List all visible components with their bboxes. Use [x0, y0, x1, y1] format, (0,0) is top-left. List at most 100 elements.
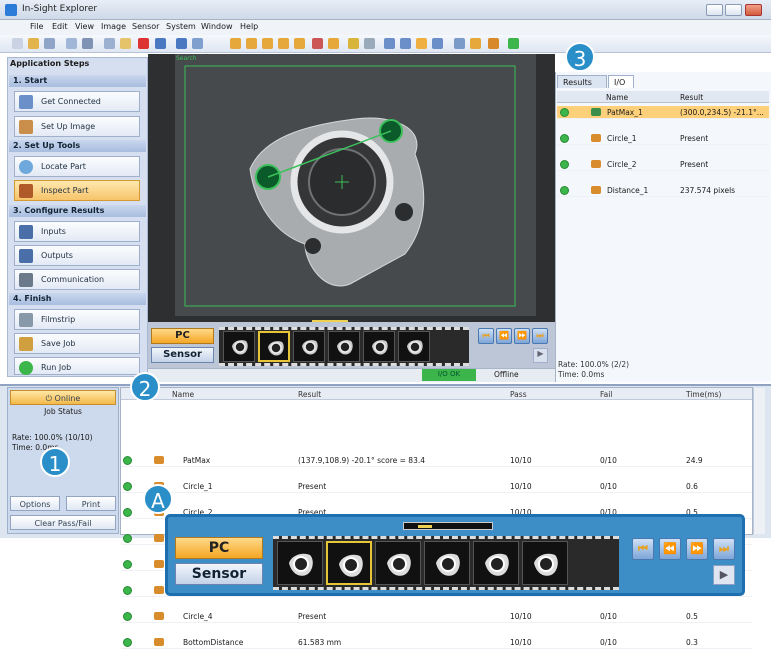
last-frame-button[interactable]: ⏭ — [532, 328, 548, 344]
palette-row[interactable]: PatMax (137.9,108.9) -20.1° score = 83.4 1… — [121, 454, 752, 467]
toolbar-button-14[interactable] — [262, 38, 273, 49]
play-button[interactable]: ▶ — [533, 348, 548, 363]
toolbar-button-4[interactable] — [66, 38, 77, 49]
enlarged-scroll-track[interactable] — [403, 522, 493, 530]
filmstrip-frame-large[interactable] — [326, 541, 372, 585]
toolbar-button-21[interactable] — [384, 38, 395, 49]
online-button[interactable]: ⏻ Online — [10, 390, 116, 405]
toolbar-button-23[interactable] — [416, 38, 427, 49]
filmstrip-frame[interactable] — [293, 331, 325, 362]
filmstrip-frame-large[interactable] — [375, 541, 421, 585]
palette-row[interactable]: Circle_1 Present 10/10 0/10 0.6 — [121, 480, 752, 493]
toolbar-button-2[interactable] — [28, 38, 39, 49]
hole-right — [395, 203, 413, 221]
menu-edit[interactable]: Edit — [52, 22, 68, 31]
toolbar-button-15[interactable] — [278, 38, 289, 49]
step-filmstrip[interactable]: Filmstrip — [14, 309, 140, 330]
toolbar-button-19[interactable] — [348, 38, 359, 49]
menu-view[interactable]: View — [75, 22, 94, 31]
menu-file[interactable]: File — [30, 22, 43, 31]
toolbar-button-3[interactable] — [44, 38, 55, 49]
step-communication[interactable]: Communication — [14, 269, 140, 290]
palette-scrollbar[interactable] — [753, 388, 765, 534]
palette-time: 24.9 — [686, 456, 703, 465]
menu-help[interactable]: Help — [240, 22, 258, 31]
toolbar-button-6[interactable] — [104, 38, 115, 49]
toolbar-button-17[interactable] — [312, 38, 323, 49]
menu-system[interactable]: System — [166, 22, 196, 31]
pass-icon — [560, 108, 569, 117]
step-run-job[interactable]: Run Job — [14, 357, 140, 375]
toolbar-button-20[interactable] — [364, 38, 375, 49]
last-frame-button-large[interactable]: ⏭ — [713, 538, 735, 560]
filmstrip-frame[interactable] — [223, 331, 255, 362]
toolbar-button-1[interactable] — [12, 38, 23, 49]
tab-io[interactable]: I/O — [608, 75, 634, 88]
maximize-button[interactable] — [725, 4, 742, 16]
step-get-connected[interactable]: Get Connected — [14, 91, 140, 112]
toolbar-button-18[interactable] — [328, 38, 339, 49]
inspection-image[interactable] — [175, 54, 536, 316]
toolbar-button-26[interactable] — [470, 38, 481, 49]
step-outputs[interactable]: Outputs — [14, 245, 140, 266]
filmstrip-frame[interactable] — [328, 331, 360, 362]
prev-frame-button[interactable]: ⏪ — [496, 328, 512, 344]
first-frame-button-large[interactable]: ⏮ — [632, 538, 654, 560]
menu-window[interactable]: Window — [201, 22, 233, 31]
next-frame-button-large[interactable]: ⏩ — [686, 538, 708, 560]
sensor-button[interactable]: Sensor — [151, 347, 214, 363]
results-row[interactable]: Circle_1 Present — [557, 132, 769, 145]
toolbar-button-25[interactable] — [454, 38, 465, 49]
filmstrip-frame-large[interactable] — [473, 541, 519, 585]
palette-row[interactable]: BottomDistance 61.583 mm 10/10 0/10 0.3 — [121, 636, 752, 649]
filmstrip-frame[interactable] — [398, 331, 430, 362]
sensor-button-large[interactable]: Sensor — [175, 563, 263, 585]
menu-image[interactable]: Image — [101, 22, 126, 31]
toolbar-button-8[interactable] — [138, 38, 149, 49]
step-inspect-part[interactable]: Inspect Part — [14, 180, 140, 201]
result-value: Present — [680, 160, 709, 169]
filmstrip-frame-large[interactable] — [424, 541, 470, 585]
tab-results[interactable]: Results — [557, 75, 607, 88]
toolbar-button-27[interactable] — [488, 38, 499, 49]
minimize-button[interactable] — [706, 4, 723, 16]
step-inputs[interactable]: Inputs — [14, 221, 140, 242]
toolbar-button-22[interactable] — [400, 38, 411, 49]
toolbar-button-10[interactable] — [176, 38, 187, 49]
filmstrip-frame-large[interactable] — [277, 541, 323, 585]
toolbar-button-16[interactable] — [294, 38, 305, 49]
first-frame-button[interactable]: ⏮ — [478, 328, 494, 344]
toolbar-button-12[interactable] — [230, 38, 241, 49]
menu-sensor[interactable]: Sensor — [132, 22, 159, 31]
toolbar-button-7[interactable] — [120, 38, 131, 49]
results-row[interactable]: PatMax_1 (300.0,234.5) -21.1°... — [557, 106, 769, 119]
play-button-large[interactable]: ▶ — [713, 565, 735, 585]
filmstrip-frame[interactable] — [258, 331, 290, 362]
palette-result: (137.9,108.9) -20.1° score = 83.4 — [298, 456, 426, 465]
filmstrip-frame-large[interactable] — [522, 541, 568, 585]
step-save-job[interactable]: Save Job — [14, 333, 140, 354]
next-frame-button[interactable]: ⏩ — [514, 328, 530, 344]
results-col-name: Name — [606, 93, 629, 102]
toolbar-button-5[interactable] — [82, 38, 93, 49]
toolbar-button-9[interactable] — [155, 38, 166, 49]
filmstrip-frame[interactable] — [363, 331, 395, 362]
toolbar-button-24[interactable] — [432, 38, 443, 49]
step-locate-part[interactable]: Locate Part — [14, 156, 140, 177]
pass-icon — [123, 508, 132, 517]
prev-frame-button-large[interactable]: ⏪ — [659, 538, 681, 560]
results-row[interactable]: Distance_1 237.574 pixels — [557, 184, 769, 197]
step-set-up-image[interactable]: Set Up Image — [14, 116, 140, 137]
toolbar-button-11[interactable] — [192, 38, 203, 49]
print-button[interactable]: Print — [66, 496, 116, 511]
clear-pass-fail-button[interactable]: Clear Pass/Fail — [10, 515, 116, 530]
toolbar-button-28[interactable] — [508, 38, 519, 49]
toolbar-button-13[interactable] — [246, 38, 257, 49]
palette-row[interactable]: Circle_4 Present 10/10 0/10 0.5 — [121, 610, 752, 623]
pc-button[interactable]: PC — [151, 328, 214, 344]
distance-icon — [591, 186, 601, 194]
pc-button-large[interactable]: PC — [175, 537, 263, 559]
close-button[interactable] — [745, 4, 762, 16]
results-row[interactable]: Circle_2 Present — [557, 158, 769, 171]
options-button[interactable]: Options — [10, 496, 60, 511]
